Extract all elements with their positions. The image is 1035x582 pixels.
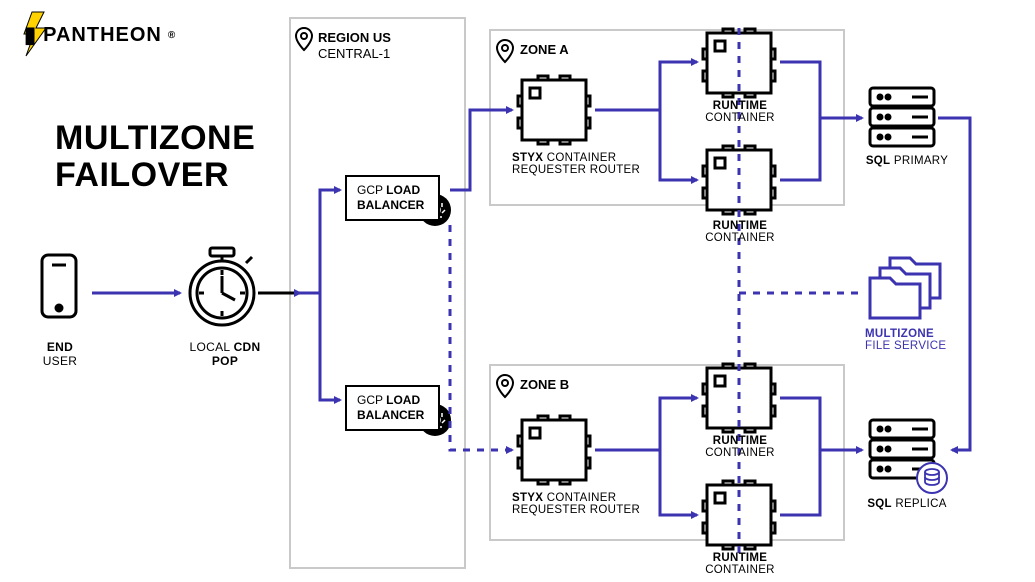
db-badge-icon — [917, 463, 947, 493]
region-header: REGION US CENTRAL-1 — [318, 30, 391, 61]
folders-icon — [870, 258, 940, 318]
zone-b-header: ZONE B — [520, 377, 569, 392]
styx-b-chip-icon — [518, 416, 590, 484]
sql-replica-label: SQL REPLICA — [862, 498, 952, 510]
title-line2: FAILOVER — [55, 157, 255, 194]
gcp-load-balancer-b: GCP LOAD BALANCER — [345, 385, 440, 431]
pin-zone-a-icon — [497, 40, 513, 62]
pin-region-icon — [296, 28, 312, 50]
pin-zone-b-icon — [497, 375, 513, 397]
page-title: MULTIZONE FAILOVER — [55, 120, 255, 195]
brand-text: PANTHEON — [43, 24, 162, 47]
runtime-b1-label: RUNTIMECONTAINER — [700, 435, 780, 459]
zone-a-header: ZONE A — [520, 42, 569, 57]
end-user-label: END USER — [30, 340, 90, 368]
runtime-a1-label: RUNTIMECONTAINER — [700, 100, 780, 124]
phone-icon — [42, 255, 76, 317]
title-line1: MULTIZONE — [55, 120, 255, 157]
stopwatch-icon — [190, 248, 254, 325]
styx-b-label: STYX CONTAINER REQUESTER ROUTER — [512, 492, 662, 516]
runtime-b2-label: RUNTIMECONTAINER — [700, 552, 780, 576]
gcp-load-balancer-a: GCP LOAD BALANCER — [345, 175, 440, 221]
cdn-pop-label: LOCAL CDN POP — [175, 340, 275, 368]
brand-logo: ▮ PANTHEON® — [24, 22, 176, 48]
styx-a-label: STYX CONTAINER REQUESTER ROUTER — [512, 152, 662, 176]
sql-primary-icon — [870, 88, 934, 146]
sql-primary-label: SQL PRIMARY — [862, 155, 952, 167]
multizone-file-service-label: MULTIZONEFILE SERVICE — [865, 328, 975, 352]
runtime-a2-label: RUNTIMECONTAINER — [700, 220, 780, 244]
styx-a-chip-icon — [518, 76, 590, 144]
